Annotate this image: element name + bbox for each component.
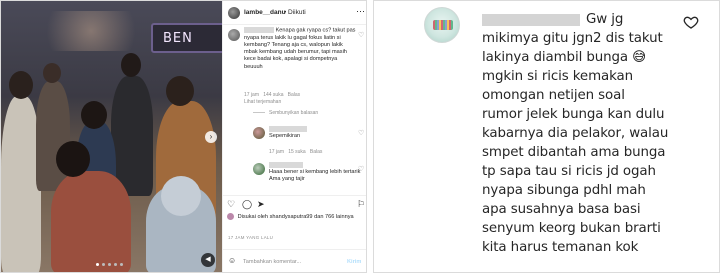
- add-comment-bar: ☺ Tambahkan komentar... Kirim: [223, 249, 366, 272]
- reply-meta: 17 jam 15 suka Balas: [269, 149, 322, 155]
- venue-sign-text: BEN: [163, 31, 193, 46]
- person-head: [161, 176, 201, 216]
- comment-line: lakinya diambil bunga 😅: [482, 50, 647, 65]
- comment-line: tp sapa tau si ricis jd ogah: [482, 164, 656, 179]
- comment-line: senyum keorg bukan brarti: [482, 221, 661, 236]
- share-icon[interactable]: ➤: [257, 199, 265, 210]
- comment-line: kita harus temanan kok: [482, 240, 639, 255]
- comment-likes[interactable]: 144 suka: [263, 92, 283, 98]
- redacted-username: [244, 27, 274, 33]
- person-head: [43, 63, 61, 83]
- comment-time: 17 jam: [244, 92, 260, 98]
- post-header: lambe__danu • Diikuti ⋯: [223, 1, 366, 25]
- comment-text-block: Gw jg mikimya gitu jgn2 dis takut lakiny…: [482, 10, 697, 257]
- next-arrow-icon[interactable]: ›: [205, 131, 217, 143]
- like-heart-icon[interactable]: ♡: [358, 165, 364, 173]
- likes-user[interactable]: shandysaputra99: [270, 214, 313, 220]
- post-timestamp: 17 JAM YANG LALU: [228, 235, 274, 240]
- comment-icon[interactable]: ◯: [242, 199, 252, 210]
- comment-line: Gw jg: [586, 12, 624, 27]
- separator-dot: •: [284, 9, 287, 16]
- reply-link[interactable]: Balas: [310, 149, 323, 155]
- person-head: [9, 71, 33, 99]
- more-icon[interactable]: ⋯: [356, 6, 365, 17]
- hide-replies-link[interactable]: Sembunyikan balasan: [253, 110, 318, 116]
- person-head: [166, 76, 194, 106]
- comment-line: kabarnya dia pelakor, walau: [482, 126, 669, 141]
- post-actions: ♡ ◯ ➤ ⚐: [223, 195, 366, 213]
- likes-summary: Disukai oleh shandysaputra99 dan 766 lai…: [227, 213, 366, 221]
- avatar[interactable]: [228, 7, 240, 19]
- instagram-post-screenshot: BEN › ◀ lambe__danu • Diikuti ⋯ Kenapa g…: [0, 0, 367, 273]
- comment-input[interactable]: Tambahkan komentar...: [243, 259, 343, 265]
- likes-and: dan: [314, 213, 324, 220]
- comment-line: nyapa sibunga pdhl mah: [482, 183, 646, 198]
- avatar[interactable]: [253, 163, 265, 175]
- comment-body: Kenapa gak ryapa cs? takut pas nyapa ter…: [244, 27, 356, 71]
- reply-text: Haaa bener si kembang lebih tertarik Ama…: [269, 169, 361, 183]
- avatar-picture: [433, 20, 453, 30]
- send-button[interactable]: Kirim: [347, 259, 361, 265]
- comment-line: smpet dibantah ama bunga: [482, 145, 666, 160]
- reply-link[interactable]: Balas: [288, 92, 301, 98]
- venue-sign: BEN: [151, 23, 222, 53]
- post-photo[interactable]: BEN › ◀: [1, 1, 222, 272]
- likes-prefix: Disukai oleh: [237, 213, 269, 220]
- comment-line: mikimya gitu jgn2 dis takut: [482, 31, 663, 46]
- light-glow: [31, 11, 151, 51]
- heart-icon[interactable]: ♡: [227, 199, 235, 210]
- follow-status[interactable]: Diikuti: [288, 9, 306, 16]
- person-head: [81, 101, 107, 129]
- redacted-username: [269, 162, 303, 168]
- emoji-icon[interactable]: ☺: [228, 256, 236, 265]
- avatar[interactable]: [228, 29, 240, 41]
- person-figure: [1, 96, 41, 272]
- person-figure: [51, 171, 131, 272]
- comment-text: Kenapa gak ryapa cs? takut pas nyapa ter…: [244, 27, 356, 70]
- post-username[interactable]: lambe__danu: [244, 9, 286, 16]
- reply-time: 17 jam: [269, 149, 285, 155]
- mute-icon[interactable]: ◀: [201, 253, 215, 267]
- likes-count[interactable]: 766 lainnya: [325, 214, 354, 220]
- redacted-username: [269, 126, 307, 132]
- person-head: [121, 53, 141, 77]
- like-heart-icon[interactable]: ♡: [358, 31, 364, 39]
- bookmark-icon[interactable]: ⚐: [357, 199, 365, 210]
- reply-text: Sepemikiran: [269, 133, 301, 139]
- avatar[interactable]: [424, 7, 460, 43]
- see-translation-link[interactable]: Lihat terjemahan: [244, 99, 354, 105]
- post-sidebar: lambe__danu • Diikuti ⋯ Kenapa gak ryapa…: [222, 1, 366, 272]
- like-heart-icon[interactable]: [683, 14, 699, 30]
- avatar[interactable]: [253, 127, 265, 139]
- heart-outline-svg: [683, 16, 699, 29]
- comment-line: rumor jelek bunga kan dulu: [482, 107, 665, 122]
- comment-line: mgkin si ricis kemakan: [482, 69, 634, 84]
- comment-meta: 17 jam 144 suka Balas: [244, 92, 354, 98]
- like-heart-icon[interactable]: ♡: [358, 129, 364, 137]
- comment-line: omongan netijen soal: [482, 88, 625, 103]
- reply-likes[interactable]: 15 suka: [288, 149, 306, 155]
- comment-line: apa susahnya basa basi: [482, 202, 641, 217]
- carousel-dots: [96, 263, 123, 266]
- person-head: [56, 141, 90, 177]
- avatar: [227, 213, 234, 220]
